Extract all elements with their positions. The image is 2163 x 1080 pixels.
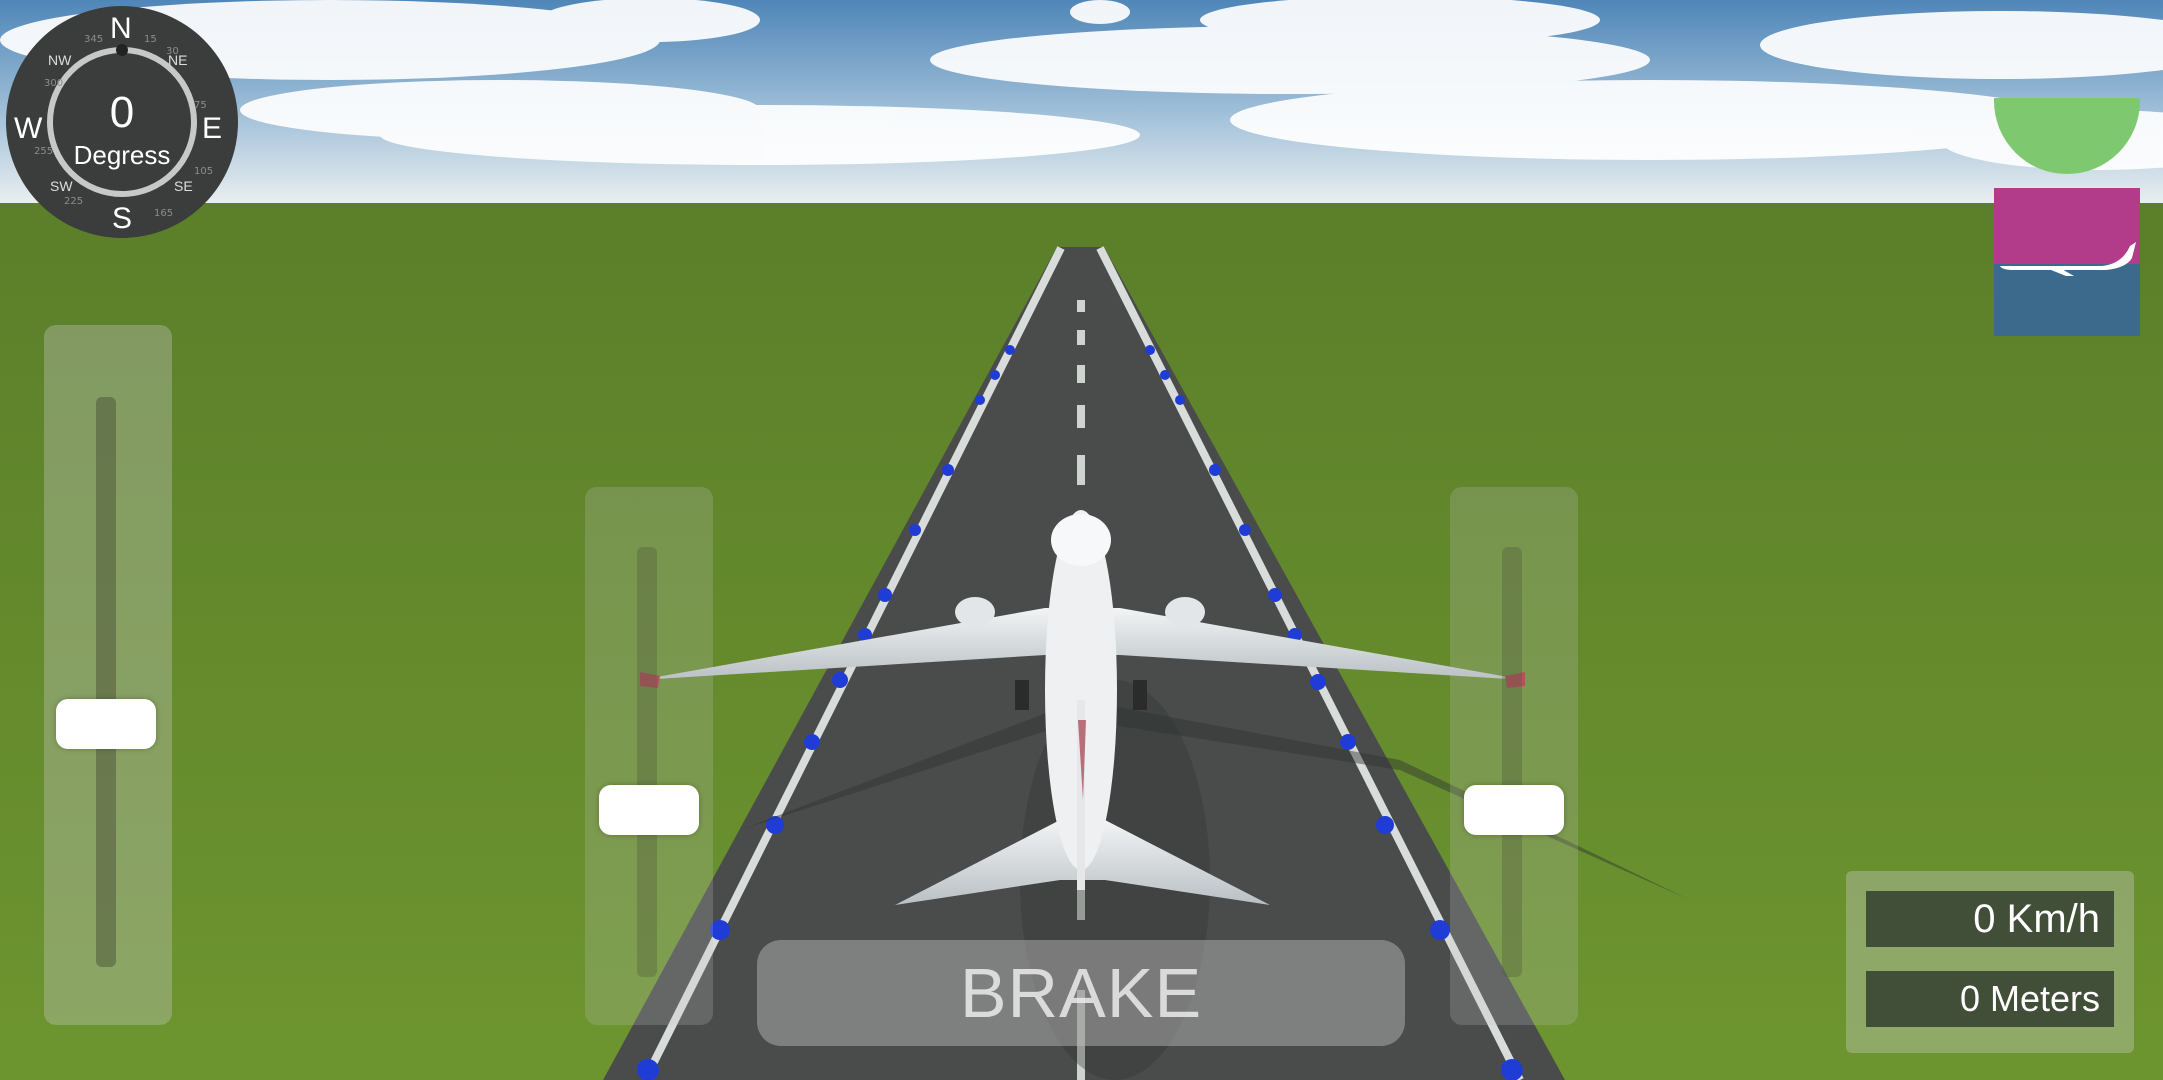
- right-pitch-slider[interactable]: [1450, 487, 1578, 1025]
- right-pitch-handle[interactable]: [1464, 784, 1564, 835]
- left-pitch-handle[interactable]: [599, 784, 699, 835]
- airplane-icon: [2000, 242, 2136, 276]
- svg-text:225: 225: [64, 196, 83, 207]
- compass-nw: NW: [48, 52, 72, 68]
- flight-scene: [0, 0, 2163, 1080]
- compass: 345 15 30 300 75 255 105 225 165 N E S W NE …: [4, 4, 240, 240]
- attitude-indicator: [1994, 188, 2140, 336]
- flight-info-panel: 0 Km/h 0 Meters: [1846, 871, 2134, 1053]
- compass-sw: SW: [50, 178, 73, 194]
- right-pitch-groove: [1502, 547, 1522, 977]
- throttle-groove: [96, 397, 116, 967]
- throttle-handle[interactable]: [56, 698, 156, 749]
- compass-north: N: [110, 12, 132, 45]
- compass-se: SE: [174, 178, 193, 194]
- brake-button[interactable]: BRAKE: [757, 940, 1405, 1046]
- svg-text:15: 15: [144, 34, 157, 45]
- speed-readout: 0 Km/h: [1866, 891, 2114, 947]
- heading-unit: Degress: [73, 140, 171, 170]
- svg-text:345: 345: [84, 34, 103, 45]
- left-pitch-groove: [637, 547, 657, 977]
- throttle-slider[interactable]: [44, 325, 172, 1025]
- svg-text:165: 165: [154, 208, 173, 219]
- heading-value: 0: [109, 88, 135, 137]
- compass-south: S: [112, 202, 133, 235]
- left-pitch-slider[interactable]: [585, 487, 713, 1025]
- compass-ne: NE: [168, 52, 188, 68]
- altitude-readout: 0 Meters: [1866, 971, 2114, 1027]
